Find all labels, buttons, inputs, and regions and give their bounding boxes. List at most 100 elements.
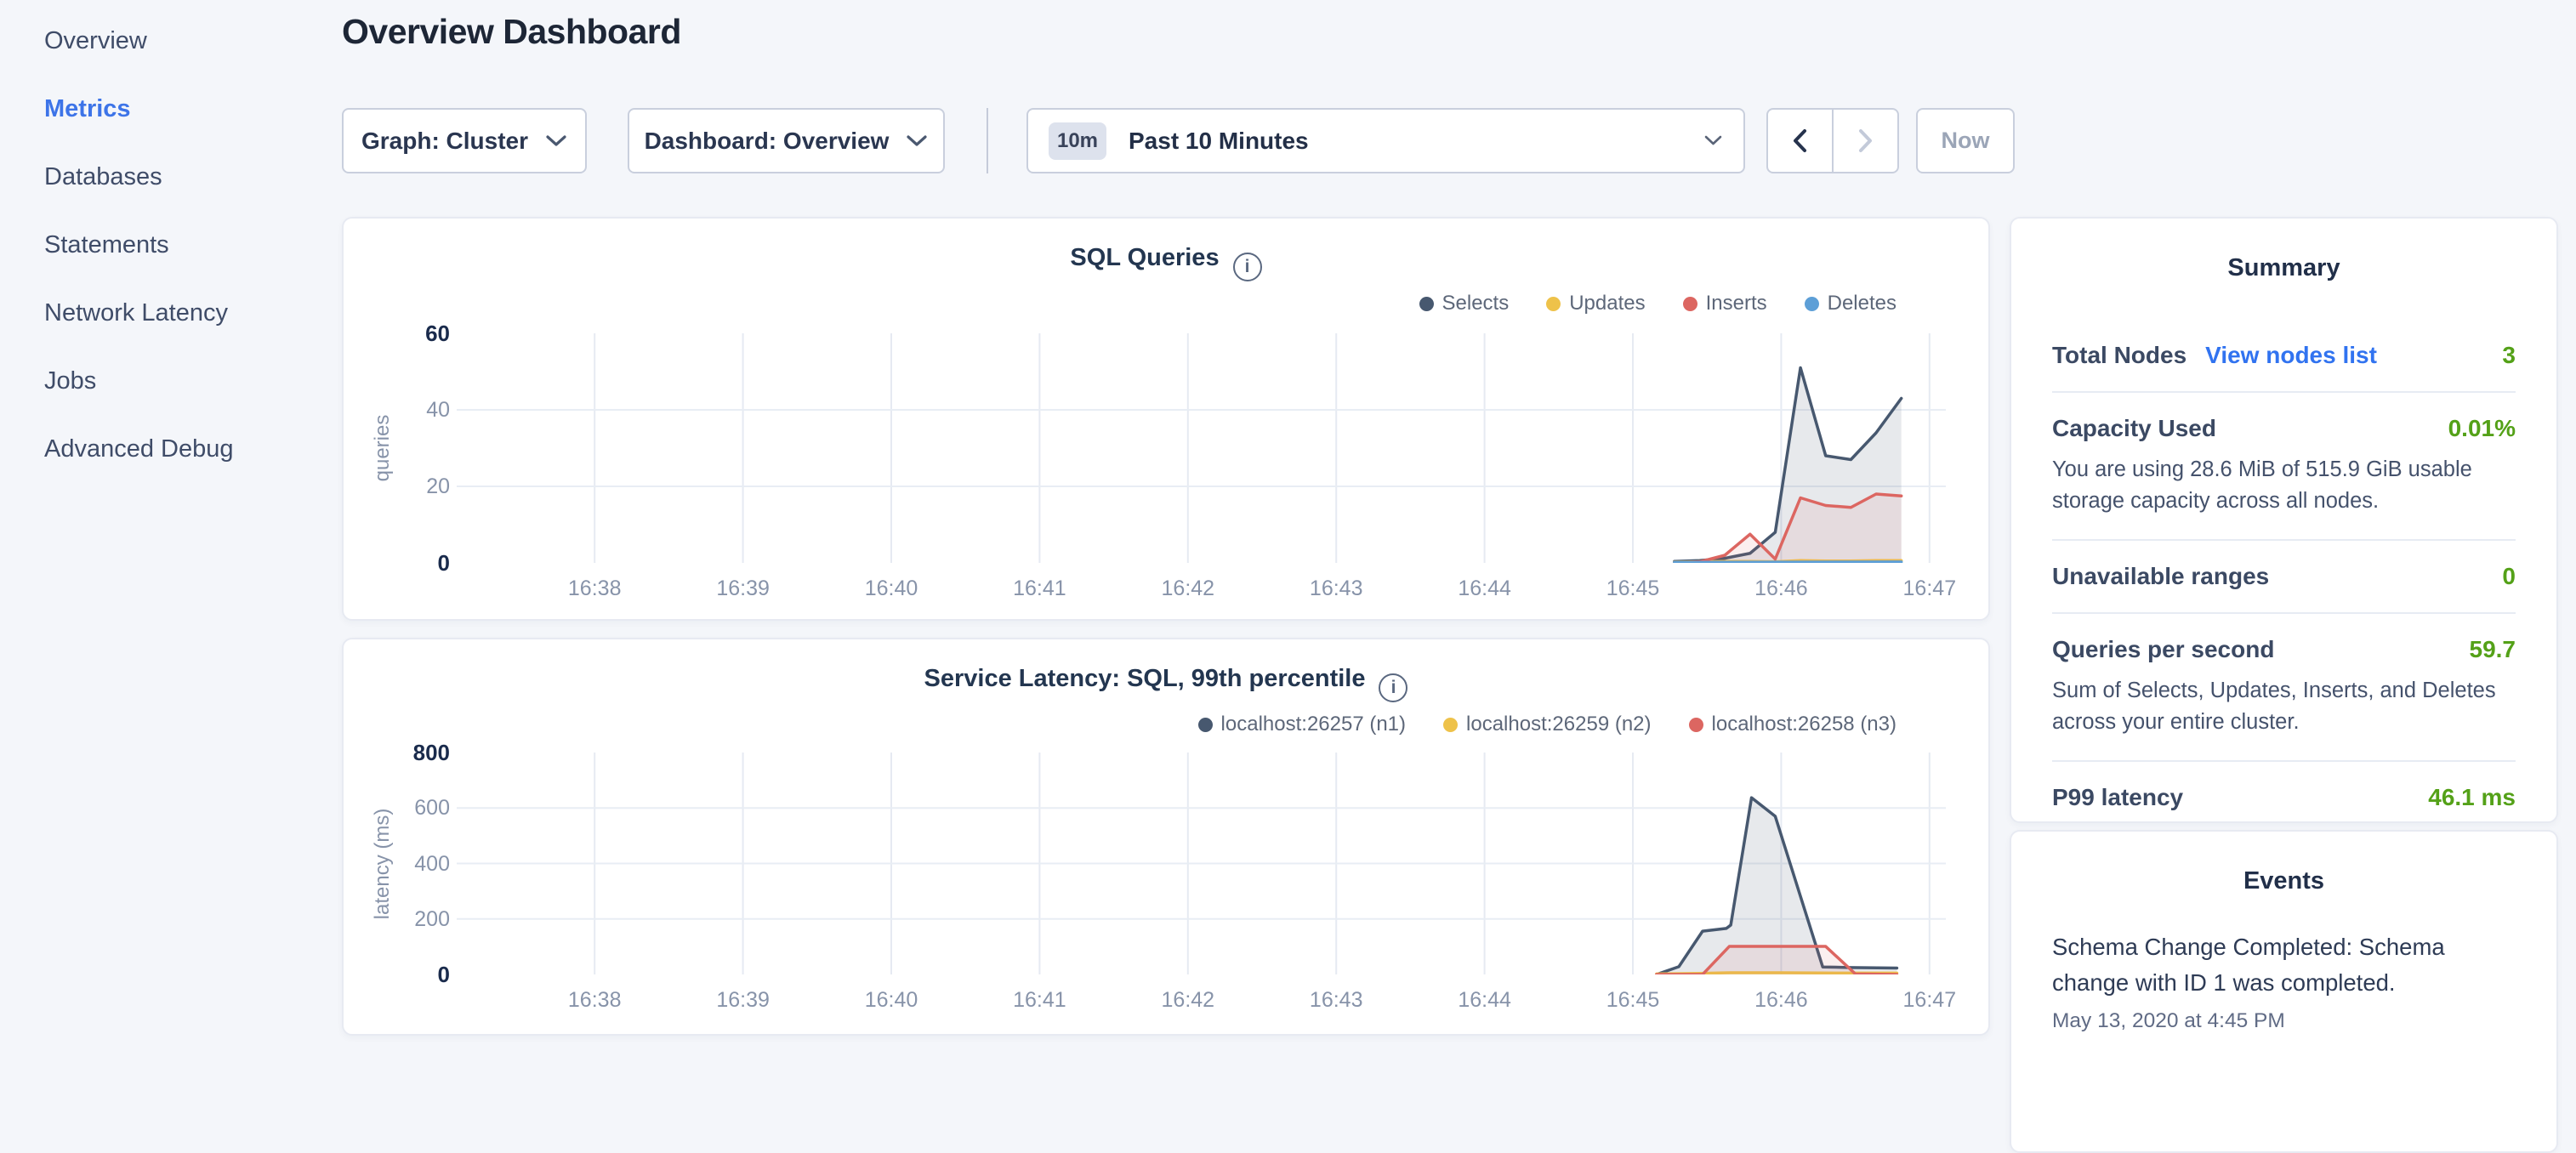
chevron-right-icon <box>1857 128 1874 154</box>
y-tick-label: 200 <box>344 904 450 934</box>
sidebar-item-overview[interactable]: Overview <box>0 7 340 75</box>
x-tick-label: 16:40 <box>832 576 951 601</box>
sidebar-item-jobs[interactable]: Jobs <box>0 347 340 415</box>
summary-rows: Total NodesView nodes list3Capacity Used… <box>2052 320 2516 833</box>
x-tick-label: 16:45 <box>1573 988 1692 1013</box>
legend-dot <box>1546 297 1561 311</box>
legend-item-localhost-26257-n1: localhost:26257 (n1) <box>1198 713 1406 736</box>
x-tick-label: 16:46 <box>1721 988 1840 1013</box>
event-item[interactable]: Schema Change Completed: Schema change w… <box>2052 929 2516 1033</box>
x-tick-label: 16:42 <box>1129 988 1248 1013</box>
legend-dot <box>1683 297 1697 311</box>
y-tick-label: 20 <box>344 471 450 502</box>
page-title: Overview Dashboard <box>342 12 681 52</box>
time-step-buttons <box>1766 108 1899 173</box>
stat-label: Capacity Used <box>2052 415 2216 442</box>
sidebar-item-advanced-debug[interactable]: Advanced Debug <box>0 415 340 483</box>
legend-label: localhost:26259 (n2) <box>1466 713 1651 736</box>
chart-title: SQL Queries <box>1070 244 1219 271</box>
sidebar-item-databases[interactable]: Databases <box>0 143 340 211</box>
toolbar: Graph: Cluster Dashboard: Overview 10m P… <box>342 108 2015 173</box>
time-range-selector[interactable]: 10m Past 10 Minutes <box>1026 108 1745 173</box>
summary-panel: Summary Total NodesView nodes list3Capac… <box>2010 217 2558 823</box>
service-latency-chart-card: Service Latency: SQL, 99th percentile i lo… <box>342 638 1990 1036</box>
event-text: Schema Change Completed: Schema change w… <box>2052 929 2516 1001</box>
view-nodes-link[interactable]: View nodes list <box>2205 342 2377 369</box>
summary-stat-row: Total NodesView nodes list3 <box>2052 342 2516 369</box>
stat-description: You are using 28.6 MiB of 515.9 GiB usab… <box>2052 454 2516 517</box>
legend-label: Deletes <box>1828 292 1896 315</box>
x-tick-label: 16:39 <box>684 988 803 1013</box>
y-axis-unit-label: latency (ms) <box>371 808 395 919</box>
info-icon[interactable]: i <box>1379 673 1407 702</box>
previous-timeframe-button[interactable] <box>1766 108 1833 173</box>
legend-item-localhost-26259-n2: localhost:26259 (n2) <box>1443 713 1651 736</box>
toolbar-divider <box>987 108 988 173</box>
dashboard-dropdown-label: Dashboard: Overview <box>645 128 890 155</box>
summary-section-queries-per-second: Queries per second59.7Sum of Selects, Up… <box>2052 612 2516 760</box>
legend-dot <box>1443 718 1458 732</box>
summary-section-capacity-used: Capacity Used 0.01% You are using 28.6 MiB… <box>2052 391 2516 539</box>
stat-label: Total Nodes <box>2052 342 2186 369</box>
chevron-down-icon <box>545 133 567 148</box>
x-tick-label: 16:47 <box>1870 576 1989 601</box>
graph-dropdown[interactable]: Graph: Cluster <box>342 108 587 173</box>
y-tick-label: 800 <box>344 737 450 768</box>
summary-stat-row: Unavailable ranges 0 <box>2052 563 2516 590</box>
legend-label: localhost:26257 (n1) <box>1221 713 1406 736</box>
x-tick-label: 16:45 <box>1573 576 1692 601</box>
chart-title: Service Latency: SQL, 99th percentile <box>924 665 1366 692</box>
legend-dot <box>1805 297 1819 311</box>
chart-title-row: SQL Queries i <box>344 244 1988 281</box>
sidebar: OverviewMetricsDatabasesStatementsNetwor… <box>0 0 340 483</box>
service-latency-sql-99th-percentile-plot <box>457 753 1946 974</box>
summary-section-p99-latency: P99 latency46.1 ms <box>2052 760 2516 833</box>
x-tick-label: 16:39 <box>684 576 803 601</box>
x-tick-label: 16:44 <box>1425 988 1544 1013</box>
x-tick-label: 16:42 <box>1129 576 1248 601</box>
stat-value: 0.01% <box>2448 415 2516 442</box>
y-tick-label: 400 <box>344 849 450 879</box>
chart-title-row: Service Latency: SQL, 99th percentile i <box>344 665 1988 702</box>
stat-value: 0 <box>2502 563 2516 590</box>
event-timestamp: May 13, 2020 at 4:45 PM <box>2052 1009 2516 1033</box>
x-tick-label: 16:41 <box>980 576 1099 601</box>
summary-stat-row: Queries per second59.7 <box>2052 636 2516 663</box>
x-tick-label: 16:47 <box>1870 988 1989 1013</box>
sidebar-item-network-latency[interactable]: Network Latency <box>0 279 340 347</box>
now-button[interactable]: Now <box>1916 108 2015 173</box>
chart-legend: localhost:26257 (n1) localhost:26259 (n2)… <box>1198 713 1896 736</box>
time-range-label: Past 10 Minutes <box>1129 128 1309 155</box>
summary-stat-row: Capacity Used 0.01% <box>2052 415 2516 442</box>
x-tick-label: 16:41 <box>980 988 1099 1013</box>
stat-label: Unavailable ranges <box>2052 563 2269 590</box>
legend-label: Updates <box>1569 292 1645 315</box>
stat-value: 59.7 <box>2470 636 2516 663</box>
chart-legend: Selects Updates Inserts Deletes <box>1419 292 1897 315</box>
legend-item-updates: Updates <box>1546 292 1645 315</box>
sidebar-item-statements[interactable]: Statements <box>0 211 340 279</box>
sql-queries-plot <box>457 333 1946 563</box>
legend-item-deletes: Deletes <box>1805 292 1896 315</box>
x-tick-label: 16:38 <box>535 988 654 1013</box>
next-timeframe-button[interactable] <box>1833 108 1899 173</box>
legend-label: localhost:26258 (n3) <box>1712 713 1896 736</box>
y-axis-unit-label: queries <box>371 415 395 482</box>
dashboard-dropdown[interactable]: Dashboard: Overview <box>628 108 945 173</box>
legend-label: Inserts <box>1706 292 1767 315</box>
summary-title: Summary <box>2011 254 2556 282</box>
summary-section-total-nodes: Total NodesView nodes list3 <box>2052 320 2516 391</box>
legend-dot <box>1419 297 1434 311</box>
legend-item-localhost-26258-n3: localhost:26258 (n3) <box>1689 713 1896 736</box>
x-tick-label: 16:40 <box>832 988 951 1013</box>
time-range-badge: 10m <box>1049 122 1106 160</box>
legend-label: Selects <box>1442 292 1510 315</box>
info-icon[interactable]: i <box>1233 253 1262 281</box>
summary-section-unavailable-ranges: Unavailable ranges 0 <box>2052 539 2516 612</box>
events-list: Schema Change Completed: Schema change w… <box>2011 929 2556 1033</box>
sidebar-item-metrics[interactable]: Metrics <box>0 75 340 143</box>
legend-item-selects: Selects <box>1419 292 1510 315</box>
x-tick-label: 16:43 <box>1277 576 1396 601</box>
y-tick-label: 0 <box>344 548 450 578</box>
sql-queries-chart-card: SQL Queries i Selects Updates Inserts Deletes… <box>342 217 1990 621</box>
